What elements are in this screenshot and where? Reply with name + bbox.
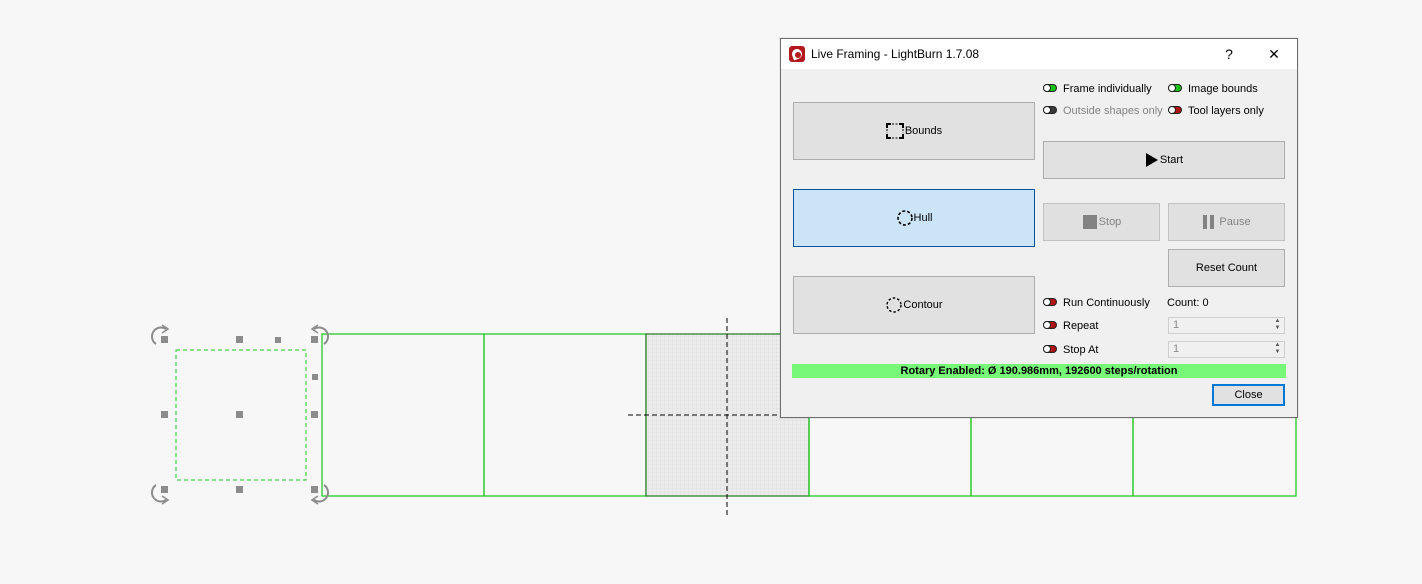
pause-label: Pause <box>1219 216 1251 228</box>
play-icon <box>1145 153 1158 167</box>
repeat-value: 1 <box>1173 319 1180 331</box>
count-readout: Count: 0 <box>1167 297 1209 309</box>
stop-button[interactable]: Stop <box>1043 203 1160 241</box>
repeat-label: Repeat <box>1063 320 1099 332</box>
handle-top-mid <box>236 336 243 343</box>
contour-label: Contour <box>903 299 943 311</box>
bounds-label: Bounds <box>904 125 943 137</box>
stop-icon <box>1082 215 1097 229</box>
handle-top-right <box>311 336 318 343</box>
live-framing-dialog: Live Framing - LightBurn 1.7.08 ? ✕ Boun… <box>780 38 1298 418</box>
design-rect-2[interactable] <box>483 333 647 497</box>
handle-mid-right <box>311 411 318 418</box>
spin-arrows-icon[interactable]: ▲ ▼ <box>1271 318 1284 333</box>
handle-right-small <box>312 374 318 380</box>
frame-individually-toggle[interactable] <box>1043 84 1057 92</box>
image-bounds-toggle[interactable] <box>1168 84 1182 92</box>
start-button[interactable]: Start <box>1043 141 1285 179</box>
hull-label: Hull <box>913 212 933 224</box>
hull-icon <box>896 210 913 226</box>
stop-label: Stop <box>1098 216 1122 228</box>
close-label: Close <box>1234 389 1263 401</box>
stop-at-label: Stop At <box>1063 344 1099 356</box>
handle-top-left <box>161 336 168 343</box>
stop-at-toggle[interactable] <box>1043 345 1057 353</box>
tool-layers-only-toggle[interactable] <box>1168 106 1182 114</box>
design-rect-1[interactable] <box>321 333 485 497</box>
run-continuously-label: Run Continuously <box>1063 297 1150 309</box>
start-label: Start <box>1159 154 1184 166</box>
close-button[interactable]: Close <box>1212 384 1285 406</box>
pause-button[interactable]: Pause <box>1168 203 1285 241</box>
run-continuously-toggle[interactable] <box>1043 298 1057 306</box>
handle-bottom-mid <box>236 486 243 493</box>
title-bar[interactable]: Live Framing - LightBurn 1.7.08 ? ✕ <box>781 39 1297 69</box>
bounds-button[interactable]: Bounds <box>793 102 1035 160</box>
repeat-toggle[interactable] <box>1043 321 1057 329</box>
contour-icon <box>886 297 903 313</box>
pause-icon <box>1203 215 1215 229</box>
outside-shapes-only-label: Outside shapes only <box>1063 105 1163 117</box>
close-window-button[interactable]: ✕ <box>1259 43 1289 65</box>
selection-handles[interactable] <box>161 336 318 493</box>
spin-arrows-icon[interactable]: ▲ ▼ <box>1271 342 1284 357</box>
contour-button[interactable]: Contour <box>793 276 1035 334</box>
lightburn-logo-icon <box>789 46 805 62</box>
image-bounds-label: Image bounds <box>1188 83 1258 95</box>
handle-mid-left <box>161 411 168 418</box>
stop-at-spinbox[interactable]: 1 ▲ ▼ <box>1168 341 1285 358</box>
outside-shapes-only-toggle[interactable] <box>1043 106 1057 114</box>
tool-layers-only-label: Tool layers only <box>1188 105 1264 117</box>
hull-button[interactable]: Hull <box>793 189 1035 247</box>
rotary-status-bar: Rotary Enabled: Ø 190.986mm, 192600 step… <box>792 364 1286 378</box>
stop-at-value: 1 <box>1173 343 1180 355</box>
reset-count-label: Reset Count <box>1195 262 1258 274</box>
handle-bottom-left <box>161 486 168 493</box>
window-title: Live Framing - LightBurn 1.7.08 <box>811 47 980 61</box>
handle-center <box>236 411 243 418</box>
frame-individually-label: Frame individually <box>1063 83 1152 95</box>
handle-bottom-right <box>311 486 318 493</box>
help-button[interactable]: ? <box>1214 43 1244 65</box>
repeat-spinbox[interactable]: 1 ▲ ▼ <box>1168 317 1285 334</box>
reset-count-button[interactable]: Reset Count <box>1168 249 1285 287</box>
handle-top-small <box>275 337 281 343</box>
bounds-icon <box>885 123 904 139</box>
